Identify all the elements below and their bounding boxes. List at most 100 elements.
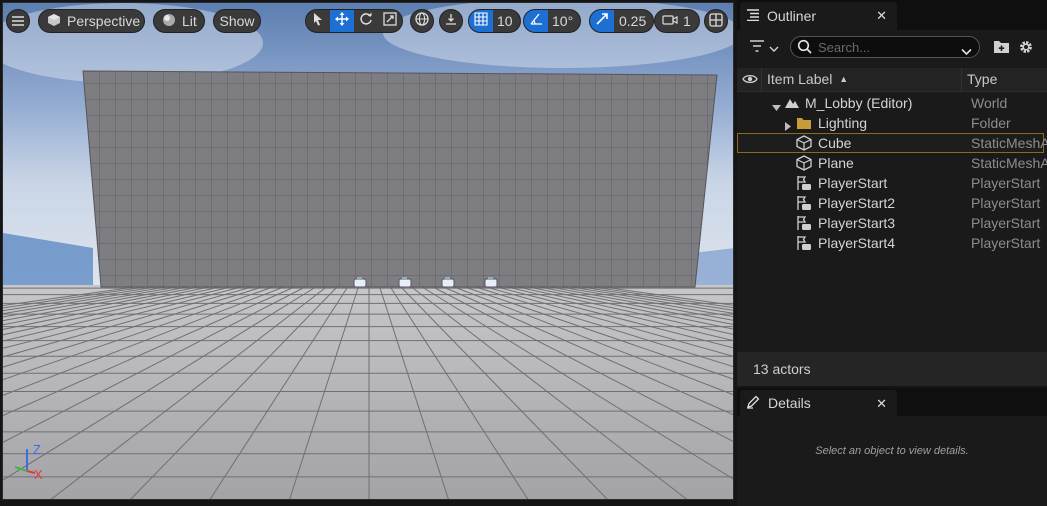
row-label: Lighting [818, 115, 868, 131]
static-mesh-icon [796, 135, 812, 151]
outliner-column-header: Item Label ▲ Type [737, 68, 1047, 92]
gear-icon[interactable] [1018, 39, 1034, 60]
player-start-icon [796, 175, 812, 191]
row-label: Plane [818, 155, 854, 171]
camera-icon [662, 13, 678, 29]
scale-tool-button[interactable] [378, 10, 402, 32]
pencil-icon [746, 395, 760, 412]
grid-snap-value: 10 [497, 13, 513, 29]
row-type: Folder [971, 115, 1011, 131]
tree-row-playerstart3[interactable]: PlayerStart3 PlayerStart [737, 213, 1047, 233]
static-mesh-icon [796, 155, 812, 171]
filter-button[interactable] [749, 39, 779, 58]
axis-x-label: X [34, 467, 43, 482]
player-start-icon [796, 215, 812, 231]
row-label: PlayerStart4 [818, 235, 896, 251]
search-placeholder: Search... [818, 40, 871, 55]
item-label-column[interactable]: Item Label ▲ [767, 71, 848, 87]
angle-icon [529, 12, 543, 31]
row-type: PlayerStart [971, 215, 1041, 231]
player-start-icon [796, 235, 812, 251]
grid-icon [474, 11, 488, 31]
row-label: Cube [818, 135, 852, 151]
details-tab[interactable]: Details ✕ [740, 390, 897, 416]
rotation-snap-control[interactable]: 10° [523, 9, 582, 33]
details-tabbar: Details ✕ [737, 388, 1047, 416]
move-icon [335, 11, 349, 31]
surface-snap-icon [444, 12, 458, 31]
tree-row-playerstart[interactable]: PlayerStart PlayerStart [737, 173, 1047, 193]
grid-snap-control[interactable]: 10 [468, 9, 521, 33]
row-label: PlayerStart [818, 175, 888, 191]
close-icon[interactable]: ✕ [876, 396, 887, 412]
tree-row-world[interactable]: M_Lobby (Editor) World [737, 93, 1047, 113]
chevron-down-icon[interactable] [961, 43, 972, 61]
row-type: StaticMeshA [971, 135, 1047, 151]
filter-icon [749, 39, 765, 58]
viewport-menu-button[interactable] [6, 9, 30, 33]
tree-row-lighting[interactable]: Lighting Folder [737, 113, 1047, 133]
lit-button[interactable]: Lit [153, 9, 205, 33]
close-icon[interactable]: ✕ [876, 8, 887, 24]
tree-row-playerstart4[interactable]: PlayerStart4 PlayerStart [737, 233, 1047, 253]
viewport-scene: Z X [3, 3, 733, 499]
outliner-search-row: Search... [737, 34, 1047, 62]
rotate-icon [359, 12, 373, 31]
row-type: PlayerStart [971, 175, 1041, 191]
camera-speed-value: 1 [683, 13, 691, 29]
outliner-footer: 13 actors [737, 352, 1047, 386]
outliner-tabbar: Outliner ✕ [737, 0, 1047, 30]
row-type: PlayerStart [971, 195, 1041, 211]
lighting-label: Lit [182, 13, 197, 29]
perspective-button[interactable]: Perspective [38, 9, 145, 33]
wall-cube[interactable] [82, 70, 718, 288]
scale-snap-control[interactable]: 0.25 [589, 9, 655, 33]
player-start-icon [796, 195, 812, 211]
row-label: M_Lobby (Editor) [805, 95, 913, 111]
rotate-tool-button[interactable] [354, 10, 378, 32]
scale-snap-value: 0.25 [619, 13, 647, 29]
camera-speed-button[interactable]: 1 [654, 9, 700, 33]
outliner-tab[interactable]: Outliner ✕ [740, 2, 897, 30]
select-tool-button[interactable] [306, 10, 330, 32]
type-column[interactable]: Type [967, 71, 997, 87]
row-type: World [971, 95, 1008, 111]
outliner-panel: Outliner ✕ Search... Item Label ▲ Type M… [737, 0, 1047, 386]
cursor-icon [312, 12, 324, 31]
axis-z-label: Z [33, 442, 41, 457]
outliner-icon [746, 8, 760, 24]
search-icon [797, 39, 813, 60]
outliner-tab-label: Outliner [767, 8, 817, 24]
translate-tool-button[interactable] [330, 10, 354, 32]
row-type: PlayerStart [971, 235, 1041, 251]
tree-row-playerstart2[interactable]: PlayerStart2 PlayerStart [737, 193, 1047, 213]
row-label: PlayerStart3 [818, 215, 896, 231]
row-type: StaticMeshA [971, 155, 1047, 171]
actor-count: 13 actors [753, 361, 811, 377]
add-folder-icon[interactable] [993, 39, 1010, 59]
world-local-toggle[interactable] [410, 9, 434, 33]
hamburger-icon [12, 13, 24, 29]
transform-tools [305, 9, 403, 33]
viewport-layout-button[interactable] [704, 9, 728, 33]
show-label: Show [219, 13, 255, 29]
surface-snap-button[interactable] [439, 9, 463, 33]
show-button[interactable]: Show [213, 9, 261, 33]
tree-row-cube[interactable]: Cube StaticMeshA [737, 133, 1047, 153]
item-label-column-text: Item Label [767, 71, 833, 87]
outliner-search-input[interactable]: Search... [790, 36, 980, 58]
details-tab-label: Details [768, 395, 811, 411]
chevron-down-icon [769, 40, 779, 58]
layout-grid-icon [709, 12, 723, 30]
folder-icon [796, 115, 812, 131]
lit-sphere-icon [162, 13, 176, 30]
details-empty-message: Select an object to view details. [815, 445, 969, 457]
world-icon [784, 95, 800, 111]
rotation-snap-value: 10° [552, 13, 574, 29]
eye-icon[interactable] [742, 72, 758, 91]
level-viewport[interactable]: Z X Perspective Lit Show 10 10° 0.25 1 [2, 2, 734, 500]
scale-icon [383, 11, 397, 31]
tree-row-plane[interactable]: Plane StaticMeshA [737, 153, 1047, 173]
scale-snap-icon [595, 12, 609, 31]
row-label: PlayerStart2 [818, 195, 896, 211]
